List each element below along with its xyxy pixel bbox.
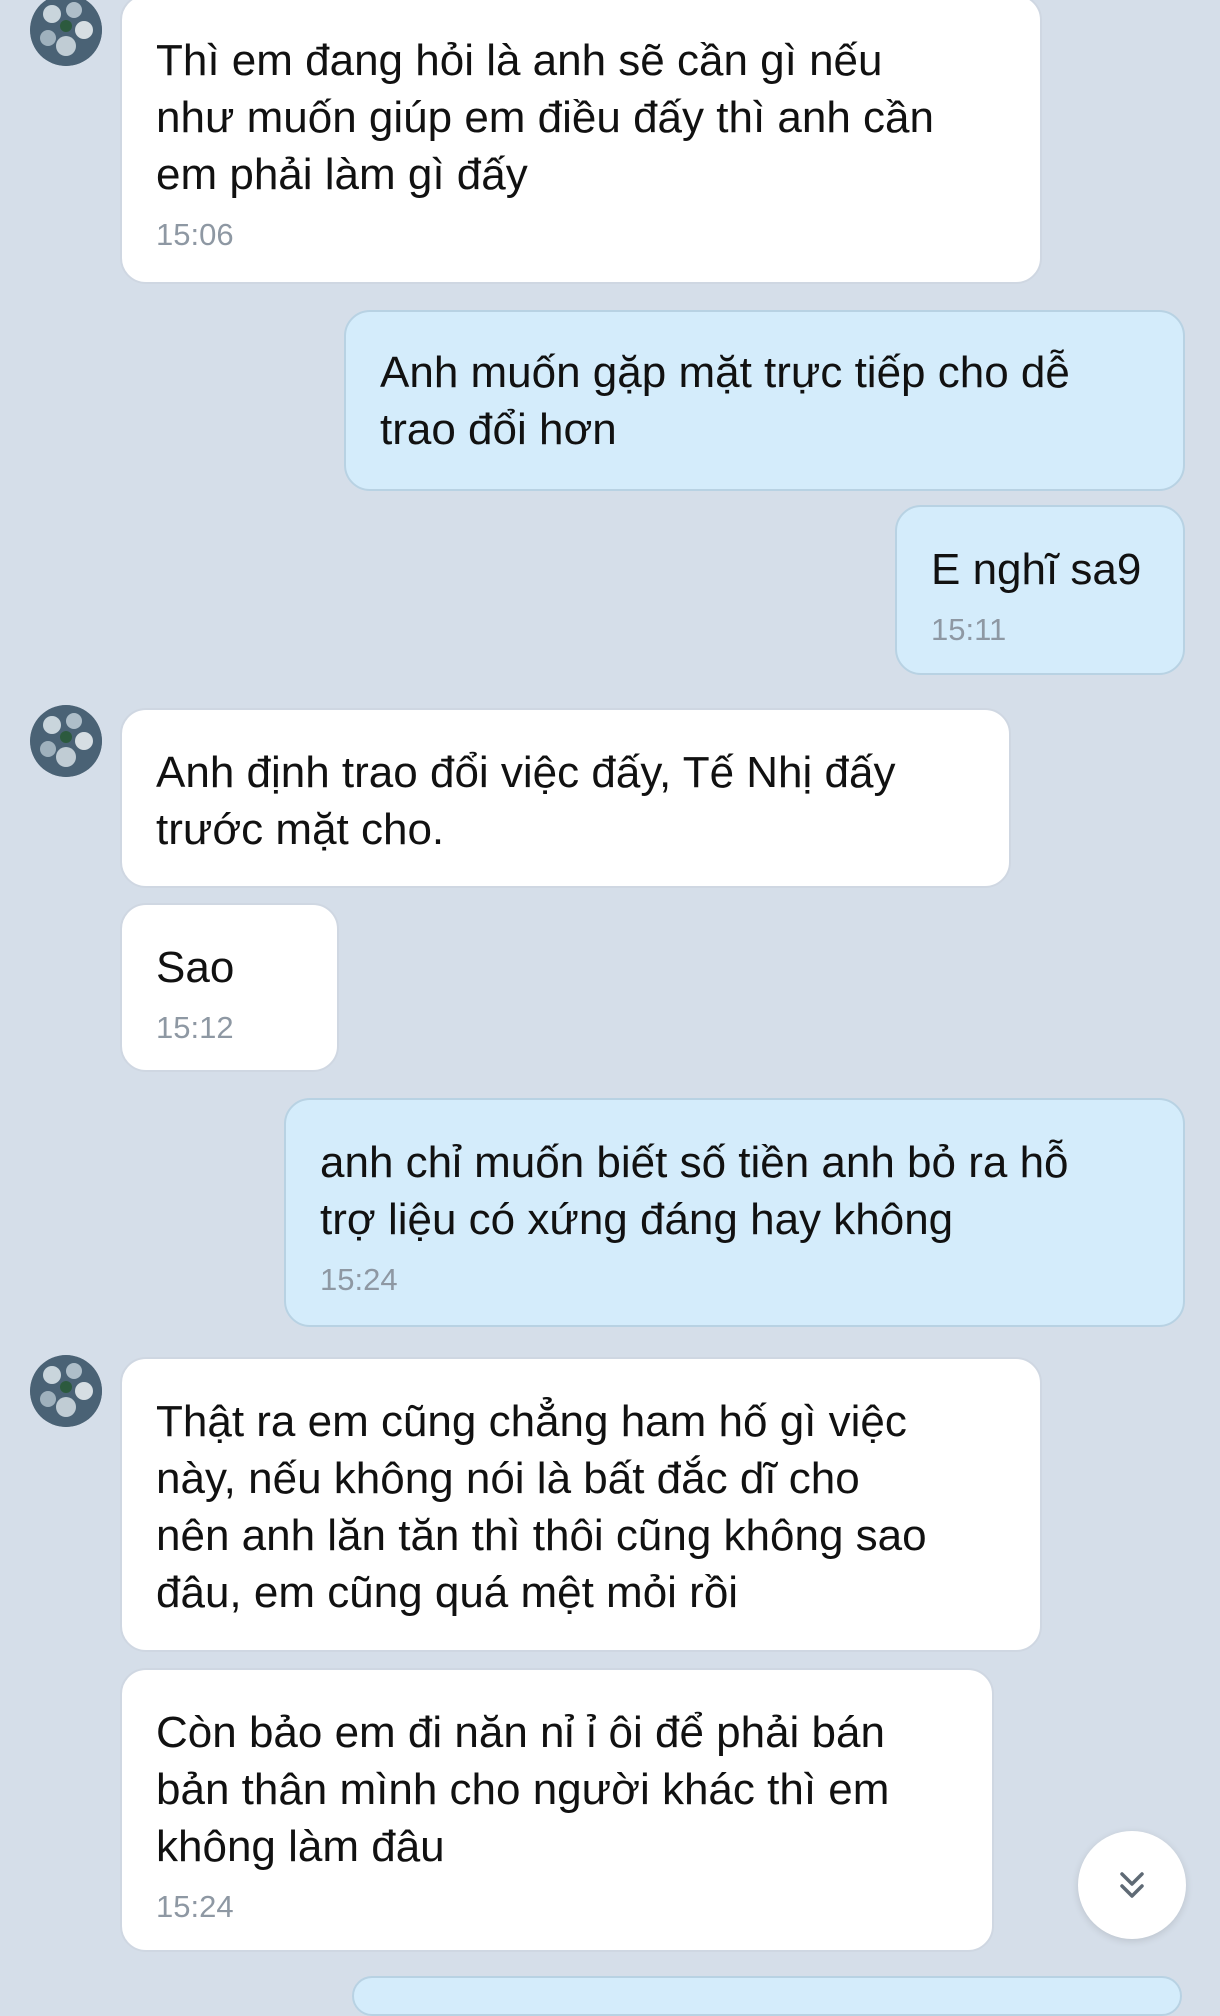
message-text: anh chỉ muốn biết số tiền anh bỏ ra hỗ t…	[320, 1138, 1069, 1244]
message-bubble-outgoing[interactable]: Anh muốn gặp mặt trực tiếp cho dễ trao đ…	[344, 310, 1185, 491]
scroll-to-bottom-button[interactable]	[1078, 1831, 1186, 1939]
message-bubble-incoming[interactable]: Còn bảo em đi năn nỉ ỉ ôi để phải bán bả…	[120, 1668, 994, 1952]
message-text: Thì em đang hỏi là anh sẽ cần gì nếu như…	[156, 36, 934, 199]
avatar-image	[30, 0, 102, 66]
message-time: 15:24	[320, 1262, 398, 1297]
message-bubble-incoming[interactable]: Thật ra em cũng chẳng ham hố gì việc này…	[120, 1357, 1042, 1652]
message-text: Còn bảo em đi năn nỉ ỉ ôi để phải bán bả…	[156, 1708, 890, 1871]
message-time: 15:24	[156, 1889, 234, 1924]
message-bubble-incoming[interactable]: Anh định trao đổi việc đấy, Tế Nhị đấy t…	[120, 708, 1011, 888]
message-text: Anh định trao đổi việc đấy, Tế Nhị đấy t…	[156, 748, 896, 854]
message-time: 15:12	[156, 1010, 234, 1045]
message-time: 15:06	[156, 217, 234, 252]
message-text: Thật ra em cũng chẳng ham hố gì việc này…	[156, 1397, 927, 1617]
contact-avatar[interactable]	[30, 0, 102, 66]
avatar-image	[30, 705, 102, 777]
message-text: E nghĩ sa9	[931, 545, 1142, 594]
message-time: 15:11	[931, 612, 1007, 647]
chat-thread[interactable]: Thì em đang hỏi là anh sẽ cần gì nếu như…	[0, 0, 1220, 2016]
message-bubble-outgoing-partial[interactable]	[352, 1976, 1182, 2016]
message-bubble-outgoing[interactable]: anh chỉ muốn biết số tiền anh bỏ ra hỗ t…	[284, 1098, 1185, 1327]
message-bubble-incoming[interactable]: Thì em đang hỏi là anh sẽ cần gì nếu như…	[120, 0, 1042, 284]
contact-avatar[interactable]	[30, 1355, 102, 1427]
contact-avatar[interactable]	[30, 705, 102, 777]
message-text: Sao	[156, 943, 235, 992]
message-bubble-incoming[interactable]: Sao 15:12	[120, 903, 339, 1072]
avatar-image	[30, 1355, 102, 1427]
double-chevron-down-icon	[1120, 1872, 1144, 1898]
message-bubble-outgoing[interactable]: E nghĩ sa9 15:11	[895, 505, 1185, 675]
message-text: Anh muốn gặp mặt trực tiếp cho dễ trao đ…	[380, 348, 1070, 454]
